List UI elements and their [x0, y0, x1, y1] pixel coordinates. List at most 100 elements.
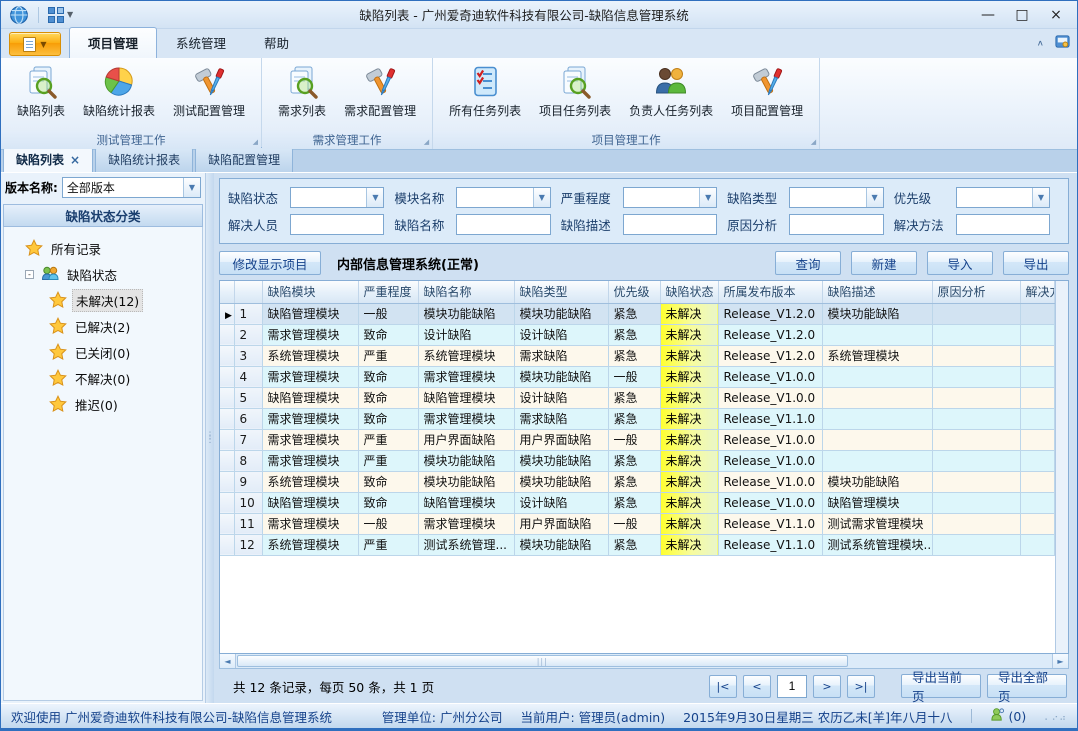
filter-select[interactable]: ▼: [456, 187, 550, 208]
chevron-down-icon[interactable]: ▼: [866, 188, 883, 207]
grid-cell[interactable]: [932, 471, 1020, 492]
help-icon[interactable]: [1054, 33, 1071, 53]
grid-cell[interactable]: 模块功能缺陷: [514, 534, 608, 555]
grid-cell[interactable]: 需求管理模块: [262, 450, 358, 471]
filter-select[interactable]: ▼: [956, 187, 1050, 208]
chevron-down-icon[interactable]: ▼: [183, 178, 200, 197]
grid-cell[interactable]: 系统管理模块: [262, 345, 358, 366]
tree-item[interactable]: 已解决(2): [6, 313, 200, 339]
column-header[interactable]: 严重程度: [358, 281, 418, 303]
row-selector-cell[interactable]: [220, 429, 234, 450]
tree-item[interactable]: 未解决(12): [6, 287, 200, 313]
grid-cell[interactable]: [822, 429, 932, 450]
grid-cell[interactable]: 紧急: [608, 471, 660, 492]
grid-cell[interactable]: 致命: [358, 324, 418, 345]
grid-cell[interactable]: [822, 408, 932, 429]
grid-cell[interactable]: 未解决: [660, 387, 718, 408]
grid-cell[interactable]: [932, 450, 1020, 471]
ribbon-button[interactable]: 缺陷列表: [11, 62, 71, 122]
grid-cell[interactable]: [1020, 492, 1055, 513]
grid-cell[interactable]: 用户界面缺陷: [418, 429, 514, 450]
grid-cell[interactable]: 紧急: [608, 450, 660, 471]
grid-cell[interactable]: 致命: [358, 471, 418, 492]
column-header[interactable]: 缺陷描述: [822, 281, 932, 303]
grid-cell[interactable]: 系统管理模块: [822, 345, 932, 366]
ribbon-button[interactable]: 需求列表: [272, 62, 332, 122]
table-row[interactable]: 10缺陷管理模块致命缺陷管理模块设计缺陷紧急未解决Release_V1.0.0缺…: [220, 492, 1055, 513]
grid-cell[interactable]: 设计缺陷: [418, 324, 514, 345]
filter-input[interactable]: [290, 214, 384, 235]
column-header[interactable]: 所属发布版本: [718, 281, 822, 303]
table-row[interactable]: 5缺陷管理模块致命缺陷管理模块设计缺陷紧急未解决Release_V1.0.0: [220, 387, 1055, 408]
close-button[interactable]: ×: [1039, 3, 1073, 27]
grid-cell[interactable]: 严重: [358, 534, 418, 555]
grid-cell[interactable]: 缺陷管理模块: [418, 387, 514, 408]
grid-cell[interactable]: 一般: [358, 303, 418, 324]
grid-cell[interactable]: Release_V1.0.0: [718, 366, 822, 387]
table-row[interactable]: 7需求管理模块严重用户界面缺陷用户界面缺陷一般未解决Release_V1.0.0: [220, 429, 1055, 450]
grid-cell[interactable]: Release_V1.0.0: [718, 387, 822, 408]
ribbon-button[interactable]: 需求配置管理: [338, 62, 422, 122]
grid-cell[interactable]: [1020, 534, 1055, 555]
row-selector-cell[interactable]: [220, 387, 234, 408]
table-row[interactable]: 6需求管理模块致命需求管理模块需求缺陷紧急未解决Release_V1.1.0: [220, 408, 1055, 429]
action-button[interactable]: 导入: [927, 251, 993, 275]
grid-cell[interactable]: 需求管理模块: [262, 513, 358, 534]
grid-cell[interactable]: Release_V1.2.0: [718, 345, 822, 366]
grid-cell[interactable]: 未解决: [660, 408, 718, 429]
ribbon-button[interactable]: 缺陷统计报表: [77, 62, 161, 122]
last-page-button[interactable]: >|: [847, 675, 875, 698]
grid-cell[interactable]: [932, 534, 1020, 555]
grid-cell[interactable]: 缺陷管理模块: [262, 492, 358, 513]
grid-cell[interactable]: [822, 366, 932, 387]
vertical-scrollbar[interactable]: [1055, 281, 1068, 653]
action-button[interactable]: 新建: [851, 251, 917, 275]
table-row[interactable]: 11需求管理模块一般需求管理模块用户界面缺陷一般未解决Release_V1.1.…: [220, 513, 1055, 534]
grid-cell[interactable]: Release_V1.1.0: [718, 534, 822, 555]
collapse-ribbon-icon[interactable]: ∧: [1037, 39, 1044, 48]
grid-cell[interactable]: 紧急: [608, 324, 660, 345]
grid-cell[interactable]: 测试系统管理...: [418, 534, 514, 555]
grid-cell[interactable]: 缺陷管理模块: [822, 492, 932, 513]
grid-cell[interactable]: 未解决: [660, 345, 718, 366]
grid-cell[interactable]: [932, 303, 1020, 324]
grid-cell[interactable]: [932, 324, 1020, 345]
column-header[interactable]: 解决方法: [1020, 281, 1055, 303]
grid-cell[interactable]: 需求缺陷: [514, 408, 608, 429]
grid-cell[interactable]: 设计缺陷: [514, 387, 608, 408]
filter-input[interactable]: [623, 214, 717, 235]
filter-select[interactable]: ▼: [290, 187, 384, 208]
grid-cell[interactable]: 用户界面缺陷: [514, 513, 608, 534]
grid-cell[interactable]: [1020, 471, 1055, 492]
ribbon-button[interactable]: 项目任务列表: [533, 62, 617, 122]
table-row[interactable]: 2需求管理模块致命设计缺陷设计缺陷紧急未解决Release_V1.2.0: [220, 324, 1055, 345]
grid-cell[interactable]: Release_V1.1.0: [718, 513, 822, 534]
grid-cell[interactable]: [822, 387, 932, 408]
grid-cell[interactable]: [932, 345, 1020, 366]
grid-cell[interactable]: 紧急: [608, 303, 660, 324]
grid-cell[interactable]: 模块功能缺陷: [418, 450, 514, 471]
first-page-button[interactable]: |<: [709, 675, 737, 698]
grid-cell[interactable]: [1020, 345, 1055, 366]
filter-input[interactable]: [789, 214, 883, 235]
grid-cell[interactable]: 致命: [358, 408, 418, 429]
dialog-launcher-icon[interactable]: ◢: [811, 139, 816, 146]
document-tab[interactable]: 缺陷列表×: [3, 147, 93, 172]
grid-cell[interactable]: 模块功能缺陷: [418, 303, 514, 324]
grid-cell[interactable]: 设计缺陷: [514, 324, 608, 345]
grid-cell[interactable]: 测试需求管理模块: [822, 513, 932, 534]
dialog-launcher-icon[interactable]: ◢: [424, 139, 429, 146]
grid-cell[interactable]: [1020, 303, 1055, 324]
tree-item[interactable]: 推迟(0): [6, 391, 200, 417]
grid-cell[interactable]: 模块功能缺陷: [418, 471, 514, 492]
grid-cell[interactable]: 系统管理模块: [418, 345, 514, 366]
grid-cell[interactable]: 未解决: [660, 450, 718, 471]
grid-cell[interactable]: [1020, 450, 1055, 471]
grid-cell[interactable]: [822, 324, 932, 345]
table-row[interactable]: 8需求管理模块严重模块功能缺陷模块功能缺陷紧急未解决Release_V1.0.0: [220, 450, 1055, 471]
grid-cell[interactable]: 致命: [358, 366, 418, 387]
grid-cell[interactable]: 未解决: [660, 324, 718, 345]
column-header[interactable]: 原因分析: [932, 281, 1020, 303]
grid-cell[interactable]: [1020, 387, 1055, 408]
grid-cell[interactable]: 需求管理模块: [262, 324, 358, 345]
